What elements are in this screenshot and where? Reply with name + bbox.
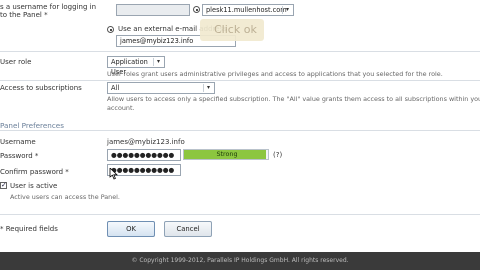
user-role-hint: User roles grant users administrative pr… bbox=[107, 70, 443, 78]
subscriptions-value: All bbox=[111, 84, 120, 92]
password-strength-label: Strong bbox=[216, 150, 238, 158]
domain-select-value: plesk11.mullenhost.com bbox=[206, 6, 287, 14]
user-active-checkbox[interactable]: ✓ bbox=[0, 182, 7, 189]
password-value: ●●●●●●●●●●● bbox=[111, 151, 175, 159]
confirm-password-label: Confirm password * bbox=[0, 168, 69, 176]
required-fields-note: * Required fields bbox=[0, 225, 58, 233]
cancel-button[interactable]: Cancel bbox=[164, 221, 212, 237]
username-label: s a username for logging in to the Panel… bbox=[0, 3, 97, 19]
chevron-down-icon: ▾ bbox=[153, 58, 163, 66]
divider bbox=[0, 80, 480, 81]
confirm-password-value: ●●●●●●●●●●● bbox=[111, 166, 175, 174]
panel-preferences-title: Panel Preferences bbox=[0, 121, 64, 130]
ok-button[interactable]: OK bbox=[107, 221, 155, 237]
domain-select[interactable]: plesk11.mullenhost.com ▾ bbox=[202, 4, 294, 16]
external-email-value: james@mybiz123.info bbox=[120, 37, 194, 45]
copyright-footer: © Copyright 1999-2012, Parallels IP Hold… bbox=[0, 252, 480, 270]
divider bbox=[0, 130, 480, 131]
username-row-value: james@mybiz123.info bbox=[107, 138, 185, 146]
help-icon[interactable]: (?) bbox=[273, 151, 282, 159]
username-row-label: Username bbox=[0, 138, 36, 146]
external-email-radio[interactable] bbox=[107, 26, 114, 33]
subscriptions-select[interactable]: All ▾ bbox=[107, 82, 215, 94]
confirm-password-input[interactable]: ●●●●●●●●●●● bbox=[107, 164, 181, 176]
chevron-down-icon: ▾ bbox=[282, 6, 292, 14]
user-active-label: User is active bbox=[10, 182, 58, 190]
chevron-down-icon: ▾ bbox=[203, 84, 213, 92]
password-input[interactable]: ●●●●●●●●●●● bbox=[107, 149, 181, 161]
username-input[interactable] bbox=[116, 4, 190, 16]
divider bbox=[0, 214, 480, 215]
click-ok-tooltip: Click ok bbox=[200, 19, 264, 41]
user-role-label: User role bbox=[0, 58, 32, 66]
username-radio[interactable] bbox=[193, 6, 200, 13]
mouse-cursor-icon bbox=[109, 168, 118, 180]
tooltip-text: Click ok bbox=[214, 23, 257, 36]
required-fields-text: Required fields bbox=[5, 225, 58, 233]
password-label: Password * bbox=[0, 152, 39, 160]
user-role-select[interactable]: Application User ▾ bbox=[107, 56, 165, 76]
check-icon: ✓ bbox=[1, 181, 7, 189]
copyright-text: © Copyright 1999-2012, Parallels IP Hold… bbox=[131, 257, 349, 264]
subscriptions-hint: Allow users to access only a specified s… bbox=[107, 95, 480, 112]
password-strength-meter: Strong bbox=[183, 149, 269, 160]
subscriptions-label: Access to subscriptions bbox=[0, 84, 82, 92]
divider bbox=[0, 51, 480, 52]
user-active-hint: Active users can access the Panel. bbox=[10, 193, 120, 201]
